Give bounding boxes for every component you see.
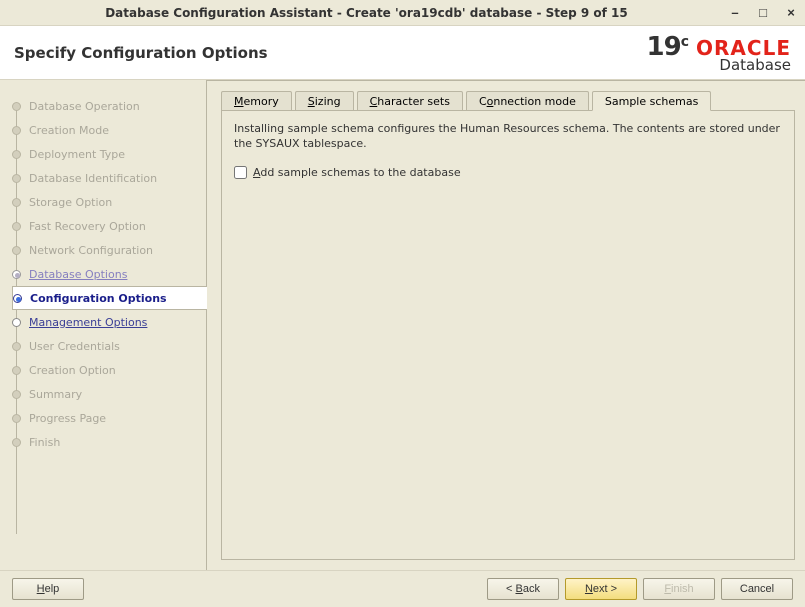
finish-button: Finish xyxy=(643,578,715,600)
add-sample-schemas-checkbox[interactable] xyxy=(234,166,247,179)
add-sample-schemas-label: Add sample schemas to the database xyxy=(253,166,461,179)
window-controls: – □ × xyxy=(727,5,799,20)
wizard-step-database-identification: Database Identification xyxy=(12,166,206,190)
brand-product: Database xyxy=(719,58,791,73)
tab-sizing[interactable]: Sizing xyxy=(295,91,354,111)
next-button[interactable]: Next > xyxy=(565,578,637,600)
step-dot-icon xyxy=(12,270,21,279)
cancel-button[interactable]: Cancel xyxy=(721,578,793,600)
step-dot-icon xyxy=(12,318,21,327)
step-dot-icon xyxy=(12,150,21,159)
tab-character-sets[interactable]: Character sets xyxy=(357,91,463,111)
step-label: Management Options xyxy=(29,316,147,329)
step-dot-icon xyxy=(12,342,21,351)
step-label: Database Options xyxy=(29,268,127,281)
wizard-step-configuration-options: Configuration Options xyxy=(12,286,207,310)
tab-sample-schemas[interactable]: Sample schemas xyxy=(592,91,711,111)
step-label: Finish xyxy=(29,436,60,449)
page-header: Specify Configuration Options 19c ORACLE… xyxy=(0,26,805,80)
step-label: Creation Mode xyxy=(29,124,109,137)
step-dot-icon xyxy=(12,174,21,183)
back-button[interactable]: < Back xyxy=(487,578,559,600)
add-sample-schemas-row[interactable]: Add sample schemas to the database xyxy=(234,166,782,179)
step-label: User Credentials xyxy=(29,340,120,353)
wizard-step-fast-recovery-option: Fast Recovery Option xyxy=(12,214,206,238)
step-label: Database Identification xyxy=(29,172,157,185)
schema-description: Installing sample schema configures the … xyxy=(234,121,782,152)
step-dot-icon xyxy=(12,414,21,423)
wizard-step-creation-option: Creation Option xyxy=(12,358,206,382)
wizard-step-management-options[interactable]: Management Options xyxy=(12,310,206,334)
wizard-step-database-operation: Database Operation xyxy=(12,94,206,118)
brand-company: ORACLE xyxy=(696,38,791,58)
content-panel: MemorySizingCharacter setsConnection mod… xyxy=(206,80,805,570)
close-icon[interactable]: × xyxy=(783,5,799,20)
help-button[interactable]: Help xyxy=(12,578,84,600)
wizard-steps-sidebar: Database Operation Creation Mode Deploymen… xyxy=(0,80,206,570)
step-dot-icon xyxy=(12,102,21,111)
step-label: Creation Option xyxy=(29,364,116,377)
step-dot-icon xyxy=(12,126,21,135)
step-label: Summary xyxy=(29,388,82,401)
brand-name: ORACLE Database xyxy=(696,38,791,73)
step-label: Progress Page xyxy=(29,412,106,425)
step-label: Network Configuration xyxy=(29,244,153,257)
main-area: Database Operation Creation Mode Deploymen… xyxy=(0,80,805,570)
minimize-icon[interactable]: – xyxy=(727,5,743,20)
tab-pane-sample-schemas: Installing sample schema configures the … xyxy=(221,110,795,560)
wizard-step-user-credentials: User Credentials xyxy=(12,334,206,358)
page-title: Specify Configuration Options xyxy=(14,44,268,62)
step-label: Deployment Type xyxy=(29,148,125,161)
step-dot-icon xyxy=(12,246,21,255)
wizard-step-finish: Finish xyxy=(12,430,206,454)
wizard-step-summary: Summary xyxy=(12,382,206,406)
brand-logo: 19c ORACLE Database xyxy=(647,32,791,73)
window-titlebar: Database Configuration Assistant - Creat… xyxy=(0,0,805,26)
step-dot-icon xyxy=(13,294,22,303)
step-dot-icon xyxy=(12,390,21,399)
wizard-step-deployment-type: Deployment Type xyxy=(12,142,206,166)
tab-memory[interactable]: Memory xyxy=(221,91,292,111)
step-label: Fast Recovery Option xyxy=(29,220,146,233)
wizard-step-progress-page: Progress Page xyxy=(12,406,206,430)
step-label: Storage Option xyxy=(29,196,112,209)
tab-bar: MemorySizingCharacter setsConnection mod… xyxy=(221,91,795,111)
step-label: Database Operation xyxy=(29,100,140,113)
step-dot-icon xyxy=(12,438,21,447)
step-dot-icon xyxy=(12,366,21,375)
window-title: Database Configuration Assistant - Creat… xyxy=(6,6,727,20)
wizard-footer: Help < Back Next > Finish Cancel xyxy=(0,570,805,607)
step-dot-icon xyxy=(12,198,21,207)
wizard-step-storage-option: Storage Option xyxy=(12,190,206,214)
step-dot-icon xyxy=(12,222,21,231)
wizard-step-creation-mode: Creation Mode xyxy=(12,118,206,142)
maximize-icon[interactable]: □ xyxy=(755,5,771,20)
wizard-step-network-configuration: Network Configuration xyxy=(12,238,206,262)
step-label: Configuration Options xyxy=(30,292,167,305)
wizard-step-database-options[interactable]: Database Options xyxy=(12,262,206,286)
brand-version: 19c xyxy=(647,32,689,62)
tab-connection-mode[interactable]: Connection mode xyxy=(466,91,589,111)
